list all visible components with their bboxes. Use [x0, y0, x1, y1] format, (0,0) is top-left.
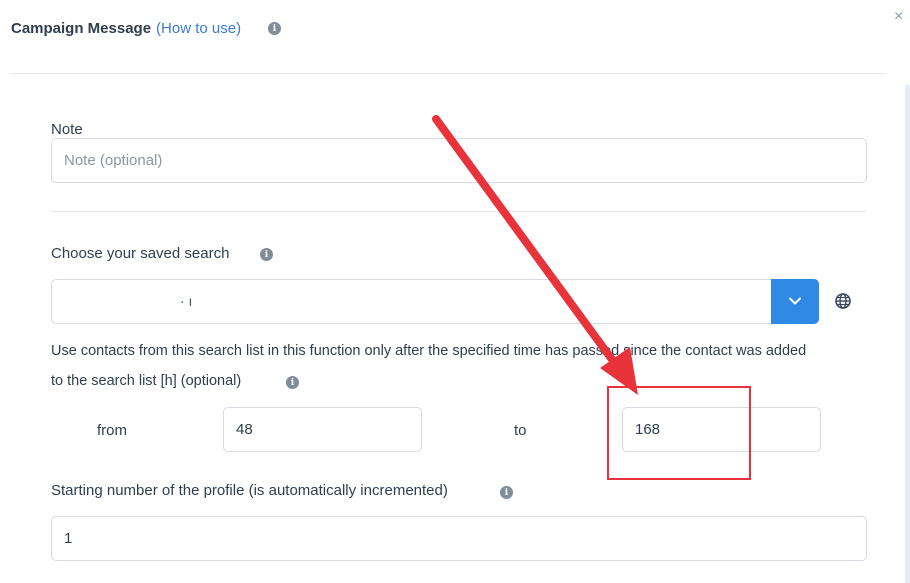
info-icon[interactable]: i [260, 248, 273, 261]
starting-number-input[interactable] [51, 516, 867, 561]
from-hours-input[interactable] [223, 407, 422, 452]
header-divider [11, 73, 885, 74]
note-input[interactable] [51, 138, 867, 183]
close-button[interactable]: × [894, 8, 903, 26]
modal-header: Campaign Message (How to use) i × [0, 0, 910, 74]
saved-search-select[interactable]: · ı [51, 279, 819, 324]
scrollbar[interactable] [905, 85, 910, 583]
to-hours-input[interactable] [622, 407, 821, 452]
globe-icon[interactable] [835, 293, 851, 309]
info-icon[interactable]: i [286, 376, 299, 389]
starting-number-label: Starting number of the profile (is autom… [51, 482, 448, 499]
chevron-down-icon [789, 297, 801, 305]
modal-title: Campaign Message [11, 19, 152, 37]
how-to-use-link[interactable]: (How to use) [156, 20, 241, 37]
info-icon[interactable]: i [268, 22, 281, 35]
note-label: Note [51, 121, 83, 138]
saved-search-label: Choose your saved search [51, 245, 230, 262]
title-row: Campaign Message (How to use) [11, 18, 241, 38]
to-label: to [514, 422, 527, 439]
info-icon[interactable]: i [500, 486, 513, 499]
section-divider [51, 211, 866, 212]
description-line-2: to the search list [h] (optional) [51, 373, 242, 389]
time-filter-description-2: to the search list [h] (optional) [51, 367, 871, 395]
time-filter-description: Use contacts from this search list in th… [51, 337, 871, 365]
dropdown-button[interactable] [771, 279, 819, 324]
description-line-1: Use contacts from this search list in th… [51, 343, 807, 359]
from-label: from [97, 422, 127, 439]
selected-search-value: · ı [180, 293, 193, 309]
